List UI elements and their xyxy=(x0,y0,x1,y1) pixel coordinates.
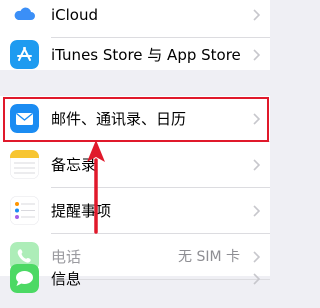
arrow-up-icon xyxy=(87,140,105,234)
